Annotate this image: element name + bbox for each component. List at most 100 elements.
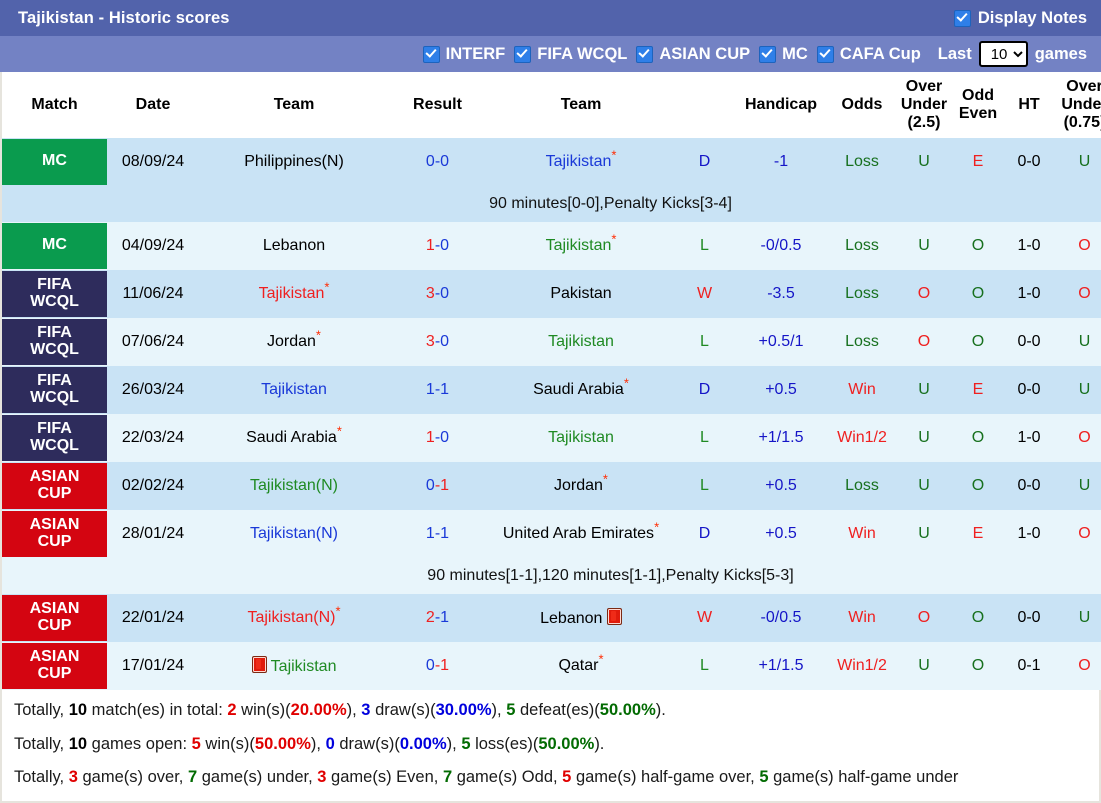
team-name[interactable]: Jordan: [554, 477, 603, 494]
cell-competition[interactable]: MC: [2, 221, 107, 270]
cell-competition[interactable]: ASIAN CUP: [2, 641, 107, 690]
cell-competition[interactable]: FIFA WCQL: [2, 317, 107, 366]
cell-away-team[interactable]: United Arab Emirates*: [486, 509, 676, 558]
cell-away-team[interactable]: Saudi Arabia*: [486, 365, 676, 414]
table-row[interactable]: FIFA WCQL 26/03/24 Tajikistan 1-1 Saudi Arabi…: [2, 365, 1101, 414]
cell-home-team[interactable]: Lebanon: [199, 221, 389, 270]
filter-asian-cup[interactable]: ASIAN CUP: [636, 45, 750, 64]
team-name[interactable]: Tajikistan: [261, 381, 327, 398]
result-separator: -0: [434, 284, 450, 302]
competition-badge[interactable]: ASIAN CUP: [2, 642, 107, 689]
cell-home-team[interactable]: Philippines(N): [199, 137, 389, 186]
competition-badge[interactable]: ASIAN CUP: [2, 510, 107, 557]
table-row[interactable]: FIFA WCQL 11/06/24 Tajikistan* 3-0 Pakistan W -…: [2, 269, 1101, 318]
team-name[interactable]: Saudi Arabia: [533, 381, 624, 398]
display-notes-checkbox-icon[interactable]: [953, 9, 971, 27]
table-row[interactable]: FIFA WCQL 07/06/24 Jordan* 3-0 Tajikistan L +0.…: [2, 317, 1101, 366]
table-row[interactable]: ASIAN CUP 02/02/24 Tajikistan(N) 0-1 Jordan* L…: [2, 461, 1101, 510]
team-name[interactable]: Lebanon: [263, 237, 325, 254]
team-name[interactable]: United Arab Emirates: [503, 525, 654, 542]
table-row[interactable]: ASIAN CUP 22/01/24 Tajikistan(N)* 2-1 Lebanon…: [2, 593, 1101, 642]
table-row[interactable]: ASIAN CUP 28/01/24 Tajikistan(N) 1-1 United A…: [2, 509, 1101, 558]
table-row[interactable]: MC 04/09/24 Lebanon 1-0 Tajikistan* L -0/0.5 Lo…: [2, 221, 1101, 270]
cell-home-team[interactable]: Tajikistan*: [199, 269, 389, 318]
team-name[interactable]: Qatar: [558, 657, 598, 674]
cell-away-team[interactable]: Pakistan: [486, 269, 676, 318]
filter-fifa-wcql[interactable]: FIFA WCQL: [514, 45, 627, 64]
cell-result[interactable]: 1-0: [389, 221, 486, 270]
team-name[interactable]: Tajikistan(N): [247, 609, 335, 626]
cell-competition[interactable]: ASIAN CUP: [2, 461, 107, 510]
cell-result[interactable]: 2-1: [389, 593, 486, 642]
cell-home-team[interactable]: Jordan*: [199, 317, 389, 366]
team-name[interactable]: Lebanon: [540, 610, 602, 627]
cell-away-team[interactable]: Tajikistan*: [486, 137, 676, 186]
competition-badge[interactable]: FIFA WCQL: [2, 270, 107, 317]
cell-away-team[interactable]: Jordan*: [486, 461, 676, 510]
team-name[interactable]: Tajikistan: [259, 285, 325, 302]
open-loss-count: 5: [461, 734, 471, 753]
competition-badge[interactable]: ASIAN CUP: [2, 594, 107, 641]
checkbox-icon[interactable]: [816, 45, 834, 63]
cell-home-team[interactable]: Tajikistan(N)*: [199, 593, 389, 642]
cell-result[interactable]: 0-0: [389, 137, 486, 186]
team-name[interactable]: Jordan: [267, 333, 316, 350]
cell-result[interactable]: 0-1: [389, 641, 486, 690]
competition-badge[interactable]: FIFA WCQL: [2, 366, 107, 413]
team-name[interactable]: Pakistan: [550, 285, 611, 302]
cell-result[interactable]: 3-0: [389, 269, 486, 318]
filter-interf[interactable]: INTERF: [422, 45, 505, 64]
checkbox-icon[interactable]: [422, 45, 440, 63]
cell-result[interactable]: 1-1: [389, 509, 486, 558]
txt: Totally,: [14, 768, 69, 787]
competition-badge[interactable]: FIFA WCQL: [2, 414, 107, 461]
cell-home-team[interactable]: Tajikistan: [199, 641, 389, 690]
cell-away-team[interactable]: Tajikistan: [486, 413, 676, 462]
cell-competition[interactable]: FIFA WCQL: [2, 413, 107, 462]
competition-badge[interactable]: MC: [2, 138, 107, 185]
filter-mc[interactable]: MC: [759, 45, 808, 64]
ou075-line1: Over: [1066, 78, 1101, 95]
team-name[interactable]: Tajikistan: [548, 429, 614, 446]
cell-competition[interactable]: ASIAN CUP: [2, 509, 107, 558]
display-notes-toggle[interactable]: Display Notes: [953, 9, 1087, 28]
cell-result[interactable]: 1-0: [389, 413, 486, 462]
competition-badge[interactable]: MC: [2, 222, 107, 269]
filter-cafa-cup[interactable]: CAFA Cup: [816, 45, 921, 64]
cell-result[interactable]: 3-0: [389, 317, 486, 366]
cell-competition[interactable]: ASIAN CUP: [2, 593, 107, 642]
cell-result[interactable]: 1-1: [389, 365, 486, 414]
cell-away-team[interactable]: Qatar*: [486, 641, 676, 690]
competition-badge[interactable]: FIFA WCQL: [2, 318, 107, 365]
cell-home-team[interactable]: Saudi Arabia*: [199, 413, 389, 462]
table-row[interactable]: FIFA WCQL 22/03/24 Saudi Arabia* 1-0 Tajikist…: [2, 413, 1101, 462]
table-row[interactable]: ASIAN CUP 17/01/24 Tajikistan 0-1 Qatar* L +1/…: [2, 641, 1101, 690]
team-name[interactable]: Tajikistan(N): [250, 525, 338, 542]
team-name[interactable]: Tajikistan: [546, 237, 612, 254]
team-name[interactable]: Tajikistan: [546, 153, 612, 170]
cell-away-team[interactable]: Tajikistan*: [486, 221, 676, 270]
cell-away-team[interactable]: Tajikistan: [486, 317, 676, 366]
team-name[interactable]: Tajikistan: [271, 658, 337, 675]
txt: ).: [655, 700, 666, 719]
cell-over-under-25: U: [895, 365, 953, 414]
table-row[interactable]: MC 08/09/24 Philippines(N) 0-0 Tajikistan* D -…: [2, 137, 1101, 186]
team-name[interactable]: Tajikistan(N): [250, 477, 338, 494]
cell-away-team[interactable]: Lebanon: [486, 593, 676, 642]
cell-competition[interactable]: MC: [2, 137, 107, 186]
team-name[interactable]: Saudi Arabia: [246, 429, 337, 446]
cell-home-team[interactable]: Tajikistan(N): [199, 509, 389, 558]
cell-result[interactable]: 0-1: [389, 461, 486, 510]
checkbox-icon[interactable]: [514, 45, 532, 63]
cell-competition[interactable]: FIFA WCQL: [2, 269, 107, 318]
cell-competition[interactable]: FIFA WCQL: [2, 365, 107, 414]
cell-home-team[interactable]: Tajikistan(N): [199, 461, 389, 510]
competition-badge[interactable]: ASIAN CUP: [2, 462, 107, 509]
cell-home-team[interactable]: Tajikistan: [199, 365, 389, 414]
scores-table: Match Date Team Result Team Handicap Odd…: [2, 72, 1101, 690]
games-count-select[interactable]: 10203050: [978, 41, 1028, 67]
team-name[interactable]: Tajikistan: [548, 333, 614, 350]
team-name[interactable]: Philippines(N): [244, 153, 344, 170]
checkbox-icon[interactable]: [759, 45, 777, 63]
checkbox-icon[interactable]: [636, 45, 654, 63]
